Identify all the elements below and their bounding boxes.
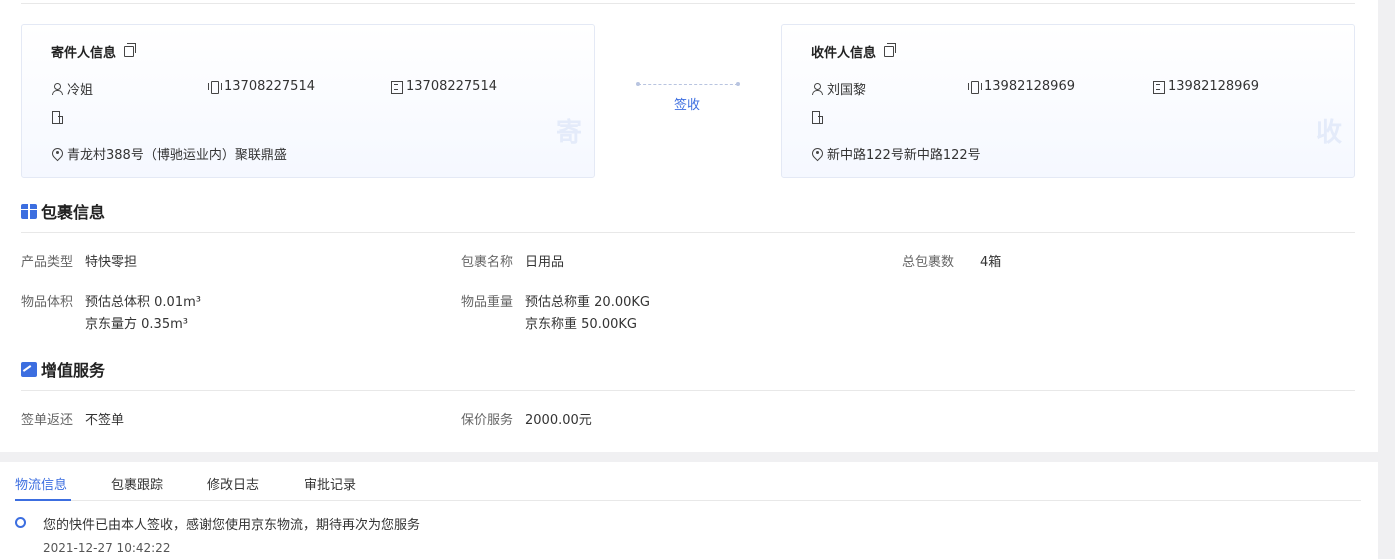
active-tab-indicator [15, 499, 71, 501]
timeline-dot [15, 517, 26, 528]
weight-estimate: 预估总称重 20.00KG [525, 295, 650, 310]
location-pin-icon [811, 148, 823, 160]
location-pin-icon [51, 148, 63, 160]
value-added-section-title: 增值服务 [21, 357, 105, 381]
sign-return-label: 签单返还 [21, 413, 74, 428]
tabs-baseline [15, 500, 1361, 501]
receiver-name-row: 刘国黎 [811, 79, 866, 98]
value-added-divider [21, 390, 1355, 391]
scrollbar-track[interactable] [1378, 0, 1395, 559]
sign-return-field: 签单返还 不签单 [21, 410, 124, 432]
sender-name: 冷姐 [67, 83, 94, 98]
total-count-value: 4箱 [980, 255, 1002, 270]
tab-change-log[interactable]: 修改日志 [207, 474, 259, 493]
sender-title: 寄件人信息 [51, 42, 137, 61]
volume-label: 物品体积 [21, 295, 74, 310]
package-section-title: 包裹信息 [21, 199, 105, 223]
receiver-mobile-row: 13982128969 [968, 79, 1075, 94]
order-detail-panel: 寄件人信息 冷姐 13708227514 13708227514 青龙村388号… [0, 0, 1378, 452]
sign-return-value: 不签单 [85, 413, 125, 428]
total-count-label: 总包裹数 [902, 255, 955, 270]
route-connector [636, 82, 740, 86]
shipment-status: 签收 [674, 98, 701, 113]
person-icon [51, 82, 63, 95]
timeline-event-time: 2021-12-27 10:42:22 [43, 541, 171, 555]
building-icon [811, 111, 823, 124]
receiver-card: 收件人信息 刘国黎 13982128969 13982128969 新中路122… [781, 24, 1355, 178]
product-type-label: 产品类型 [21, 255, 74, 270]
tab-package-tracking[interactable]: 包裹跟踪 [111, 474, 163, 493]
tab-approval-records[interactable]: 审批记录 [304, 474, 356, 493]
receiver-address: 新中路122号新中路122号 [827, 148, 981, 163]
sender-phone: 13708227514 [406, 79, 497, 94]
receiver-name: 刘国黎 [827, 83, 867, 98]
person-icon [811, 82, 823, 95]
tabs-panel: 物流信息 包裹跟踪 修改日志 审批记录 您的快件已由本人签收，感谢您使用京东物流… [0, 462, 1378, 559]
package-divider [21, 232, 1355, 233]
volume-jd: 京东量方 0.35m³ [85, 317, 188, 332]
package-name-label: 包裹名称 [461, 255, 514, 270]
receiver-phone-row: 13982128969 [1152, 79, 1259, 94]
volume-estimate: 预估总体积 0.01m³ [85, 295, 201, 310]
tab-logistics-info[interactable]: 物流信息 [15, 474, 67, 493]
receiver-address-row: 新中路122号新中路122号 [811, 144, 981, 163]
trend-up-icon [21, 361, 37, 377]
insurance-field: 保价服务 2000.00元 [461, 410, 592, 432]
top-divider [21, 3, 1355, 4]
weight-field: 物品重量 预估总称重 20.00KG 京东称重 50.00KG [461, 292, 650, 336]
building-icon [51, 111, 63, 124]
weight-values: 预估总称重 20.00KG 京东称重 50.00KG [525, 292, 650, 336]
sender-address-row: 青龙村388号（博驰运业内）聚联鼎盛 [51, 144, 287, 163]
receiver-watermark: 收 [1315, 118, 1342, 148]
receiver-company-row [811, 111, 827, 124]
mobile-icon [968, 80, 982, 94]
weight-jd: 京东称重 50.00KG [525, 317, 637, 332]
telephone-icon [1152, 80, 1165, 94]
weight-label: 物品重量 [461, 295, 514, 310]
mobile-icon [208, 80, 222, 94]
receiver-title: 收件人信息 [811, 42, 897, 61]
sender-mobile: 13708227514 [224, 79, 315, 94]
sender-mobile-row: 13708227514 [208, 79, 315, 94]
copy-icon[interactable] [124, 43, 137, 57]
total-count-field: 总包裹数 4箱 [902, 252, 1001, 274]
sender-card: 寄件人信息 冷姐 13708227514 13708227514 青龙村388号… [21, 24, 595, 178]
product-type-value: 特快零担 [85, 255, 138, 270]
sender-watermark: 寄 [555, 118, 582, 148]
receiver-phone: 13982128969 [1168, 79, 1259, 94]
volume-field: 物品体积 预估总体积 0.01m³ 京东量方 0.35m³ [21, 292, 201, 336]
product-type-field: 产品类型 特快零担 [21, 252, 137, 274]
telephone-icon [390, 80, 403, 94]
package-icon [21, 203, 37, 219]
package-name-value: 日用品 [525, 255, 565, 270]
sender-name-row: 冷姐 [51, 79, 93, 98]
volume-values: 预估总体积 0.01m³ 京东量方 0.35m³ [85, 292, 201, 336]
timeline-event-text: 您的快件已由本人签收，感谢您使用京东物流，期待再次为您服务 [43, 518, 421, 533]
sender-company-row [51, 111, 67, 124]
sender-address: 青龙村388号（博驰运业内）聚联鼎盛 [67, 148, 287, 163]
sender-phone-row: 13708227514 [390, 79, 497, 94]
package-name-field: 包裹名称 日用品 [461, 252, 564, 274]
copy-icon[interactable] [884, 43, 897, 57]
insurance-label: 保价服务 [461, 413, 514, 428]
insurance-value: 2000.00元 [525, 413, 592, 428]
receiver-mobile: 13982128969 [984, 79, 1075, 94]
